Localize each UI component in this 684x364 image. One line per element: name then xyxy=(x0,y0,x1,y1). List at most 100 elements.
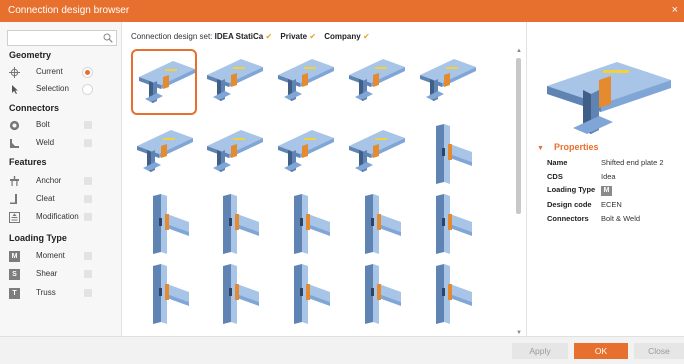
feature-cleat-checkbox[interactable] xyxy=(84,195,92,203)
features-heading: Features xyxy=(9,157,47,167)
loading-type-heading: Loading Type xyxy=(9,233,67,243)
geometry-selection-radio[interactable] xyxy=(82,84,93,95)
connection-preview-icon xyxy=(278,130,334,172)
geometry-current-radio[interactable] xyxy=(82,67,93,78)
bolt-icon xyxy=(9,120,20,131)
connection-preview-icon xyxy=(436,124,472,184)
collapse-icon[interactable]: ▼ xyxy=(537,145,544,152)
connection-thumb[interactable] xyxy=(131,49,197,115)
moment-badge-icon: M xyxy=(601,186,612,196)
grid-scrollbar[interactable]: ▲ ▼ xyxy=(512,44,526,336)
connection-thumb[interactable] xyxy=(131,260,197,326)
cds-set-idea[interactable]: IDEA StatiCa xyxy=(215,32,264,41)
prop-connectors: Connectors Bolt & Weld xyxy=(547,214,641,223)
connection-thumb[interactable] xyxy=(272,260,338,326)
search-input[interactable] xyxy=(7,30,117,46)
cds-filter-bar: Connection design set: IDEA StatiCa ✔ Pr… xyxy=(131,32,376,41)
geometry-selection-label: Selection xyxy=(36,84,69,93)
geometry-selection[interactable]: Selection xyxy=(9,83,117,97)
geometry-heading: Geometry xyxy=(9,50,52,60)
feature-modification-checkbox[interactable] xyxy=(84,213,92,221)
loading-shear-label: Shear xyxy=(36,269,58,278)
connection-thumb[interactable] xyxy=(272,190,338,256)
connection-preview-icon xyxy=(223,194,259,254)
properties-header[interactable]: ▼ Properties xyxy=(537,142,598,152)
connection-large-preview xyxy=(547,62,671,134)
connection-thumb[interactable] xyxy=(343,190,409,256)
close-icon[interactable]: × xyxy=(672,4,678,16)
loading-moment-checkbox[interactable] xyxy=(84,252,92,260)
feature-modification[interactable]: Modification xyxy=(9,211,117,225)
cds-label: Connection design set: xyxy=(131,32,213,41)
connection-thumb[interactable] xyxy=(201,260,267,326)
cds-private-check-icon[interactable]: ✔ xyxy=(309,32,316,41)
geometry-current-label: Current xyxy=(36,67,63,76)
filter-sidebar: Geometry Current Selection Connectors Bo… xyxy=(0,22,122,336)
modification-icon xyxy=(9,212,20,223)
cds-company-check-icon[interactable]: ✔ xyxy=(363,32,370,41)
connection-thumb[interactable] xyxy=(343,260,409,326)
connection-thumb[interactable] xyxy=(201,49,267,115)
crosshair-icon xyxy=(9,67,20,78)
connection-preview-icon xyxy=(420,59,476,101)
shear-icon: S xyxy=(9,269,20,280)
cds-set-company[interactable]: Company xyxy=(324,32,360,41)
connector-bolt-checkbox[interactable] xyxy=(84,121,92,129)
connection-preview-icon xyxy=(278,59,334,101)
connection-thumb[interactable] xyxy=(272,49,338,115)
connection-thumb[interactable] xyxy=(343,120,409,186)
feature-anchor-label: Anchor xyxy=(36,176,62,185)
connector-weld-checkbox[interactable] xyxy=(84,139,92,147)
connection-preview-icon xyxy=(436,264,472,324)
detail-panel: ▼ Properties Name Shifted end plate 2 CDS I… xyxy=(526,22,684,336)
feature-cleat[interactable]: Cleat xyxy=(9,193,117,207)
prop-cds: CDS Idea xyxy=(547,172,616,181)
connection-thumb[interactable] xyxy=(131,120,197,186)
connection-thumb[interactable] xyxy=(343,49,409,115)
search-icon xyxy=(103,33,113,43)
connection-preview-icon xyxy=(349,59,405,101)
connection-thumb[interactable] xyxy=(414,260,480,326)
connection-preview-icon xyxy=(365,194,401,254)
connection-preview-icon xyxy=(207,59,263,101)
prop-name: Name Shifted end plate 2 xyxy=(547,158,664,167)
moment-icon: M xyxy=(9,251,20,262)
connector-weld[interactable]: Weld xyxy=(9,137,117,151)
connection-thumb[interactable] xyxy=(414,190,480,256)
loading-truss-checkbox[interactable] xyxy=(84,289,92,297)
feature-anchor[interactable]: Anchor xyxy=(9,175,117,189)
loading-shear-checkbox[interactable] xyxy=(84,270,92,278)
connection-grid xyxy=(124,44,512,332)
weld-icon xyxy=(10,139,19,148)
loading-truss[interactable]: T Truss xyxy=(9,287,117,301)
feature-cleat-label: Cleat xyxy=(36,194,55,203)
scroll-thumb[interactable] xyxy=(516,58,521,214)
apply-button[interactable]: Apply xyxy=(512,343,568,359)
connection-preview-icon xyxy=(349,130,405,172)
cds-idea-check-icon[interactable]: ✔ xyxy=(265,32,272,41)
title-bar: Connection design browser × xyxy=(0,0,684,22)
connection-thumb[interactable] xyxy=(131,190,197,256)
loading-moment-label: Moment xyxy=(36,251,65,260)
feature-modification-label: Modification xyxy=(36,212,79,221)
connection-thumb[interactable] xyxy=(414,120,480,186)
loading-moment[interactable]: M Moment xyxy=(9,250,117,264)
cds-set-private[interactable]: Private xyxy=(280,32,307,41)
connection-preview-icon xyxy=(365,264,401,324)
connection-thumb[interactable] xyxy=(201,190,267,256)
connection-preview-icon xyxy=(294,264,330,324)
loading-truss-label: Truss xyxy=(36,288,56,297)
feature-anchor-checkbox[interactable] xyxy=(84,177,92,185)
connection-thumb[interactable] xyxy=(414,49,480,115)
ok-button[interactable]: OK xyxy=(574,343,628,359)
prop-loading-type: Loading Type M xyxy=(547,185,681,197)
connection-thumb[interactable] xyxy=(201,120,267,186)
dialog-footer: Apply OK Close xyxy=(0,336,684,364)
connector-bolt[interactable]: Bolt xyxy=(9,119,117,133)
scroll-up-icon[interactable]: ▲ xyxy=(516,48,522,54)
cursor-icon xyxy=(12,85,18,94)
connection-thumb[interactable] xyxy=(272,120,338,186)
geometry-current[interactable]: Current xyxy=(9,66,117,80)
close-button[interactable]: Close xyxy=(634,343,684,359)
loading-shear[interactable]: S Shear xyxy=(9,268,117,282)
